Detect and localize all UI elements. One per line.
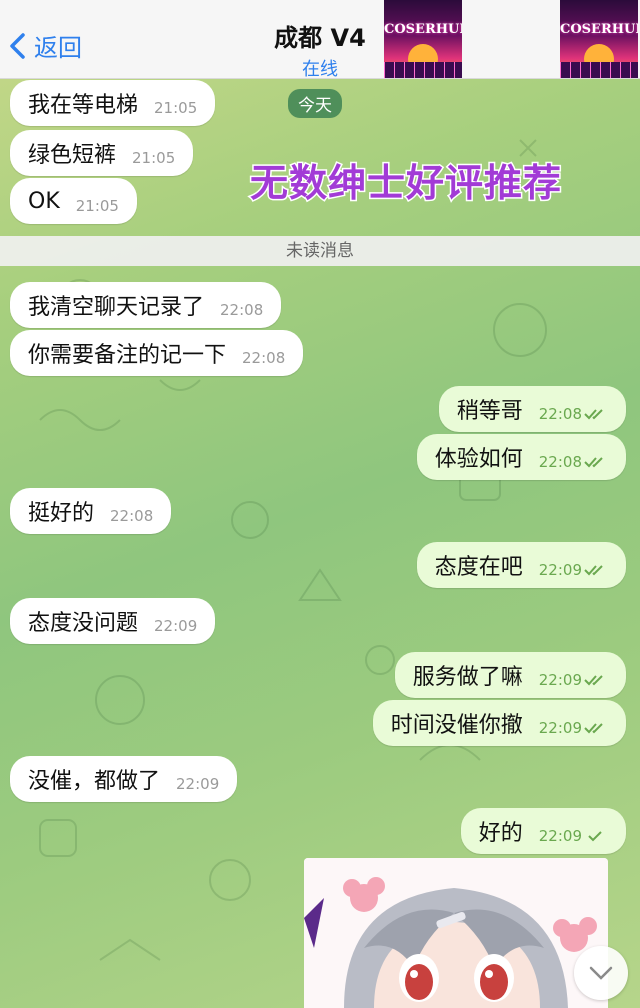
anime-girl-image — [304, 858, 608, 1008]
message-time: 21:05 — [132, 149, 176, 167]
message-bubble-outgoing[interactable]: 体验如何 22:08 — [416, 434, 626, 480]
message-time: 22:08 — [110, 507, 154, 525]
chat-title-block[interactable]: 成都 V4 在线 — [250, 18, 390, 81]
message-time: 22:09 — [539, 719, 608, 737]
chat-title: 成都 V4 — [274, 24, 366, 52]
message-bubble-outgoing[interactable]: 时间没催你撤 22:09 — [372, 700, 626, 746]
double-check-icon — [584, 675, 603, 686]
message-bubble-incoming[interactable]: 没催，都做了 22:09 — [10, 756, 238, 802]
message-text: 时间没催你撤 — [390, 713, 523, 738]
message-bubble-outgoing[interactable]: 服务做了嘛 22:09 — [394, 652, 626, 698]
message-bubble-incoming[interactable]: 我清空聊天记录了 22:08 — [10, 282, 282, 328]
message-text: 挺好的 — [28, 501, 95, 526]
back-button[interactable]: 返回 — [8, 28, 82, 63]
message-text: 服务做了嘛 — [412, 665, 523, 690]
message-text: OK — [28, 188, 60, 214]
message-bubble-incoming[interactable]: 态度没问题 22:09 — [10, 598, 216, 644]
message-time: 21:05 — [154, 99, 198, 117]
promo-overlay-text: 无数绅士好评推荐 — [248, 160, 563, 207]
message-bubble-incoming[interactable]: 我在等电梯 21:05 — [10, 80, 216, 126]
coserhub-logo: COSERHUB — [384, 0, 462, 78]
message-time: 22:09 — [176, 775, 220, 793]
chat-screen: 返回 成都 V4 在线 COSERHUB COSERHUB 今天 无数绅士好评推… — [0, 0, 640, 1008]
message-text: 态度没问题 — [28, 611, 139, 636]
message-text: 绿色短裤 — [28, 143, 117, 168]
online-status: 在线 — [302, 59, 338, 80]
message-text: 稍等哥 — [456, 399, 523, 424]
back-label: 返回 — [34, 34, 82, 62]
message-time: 22:08 — [539, 405, 608, 423]
message-time: 22:08 — [539, 453, 608, 471]
message-time: 22:08 — [242, 349, 286, 367]
message-time: 22:09 — [539, 827, 608, 845]
message-text: 态度在吧 — [434, 555, 523, 580]
message-bubble-incoming[interactable]: 你需要备注的记一下 22:08 — [10, 330, 304, 376]
message-text: 好的 — [478, 821, 523, 846]
double-check-icon — [584, 409, 603, 420]
message-bubble-incoming[interactable]: OK 21:05 — [10, 178, 137, 224]
message-bubble-outgoing[interactable]: 好的 22:09 — [460, 808, 626, 854]
scroll-down-button[interactable] — [574, 946, 628, 1000]
message-text: 没催，都做了 — [28, 769, 161, 794]
message-time: 22:09 — [539, 671, 608, 689]
message-time: 22:09 — [154, 617, 198, 635]
message-bubble-incoming[interactable]: 绿色短裤 21:05 — [10, 130, 194, 176]
double-check-icon — [584, 565, 603, 576]
message-text: 我在等电梯 — [28, 93, 139, 118]
message-bubble-outgoing[interactable]: 稍等哥 22:08 — [438, 386, 626, 432]
message-time: 22:09 — [539, 561, 608, 579]
unread-messages-divider: 未读消息 — [0, 236, 640, 266]
message-text: 你需要备注的记一下 — [28, 343, 227, 368]
message-bubble-incoming[interactable]: 挺好的 22:08 — [10, 488, 172, 534]
photo-message[interactable] — [304, 858, 608, 1008]
double-check-icon — [584, 723, 603, 734]
single-check-icon — [588, 831, 602, 842]
message-text: 我清空聊天记录了 — [28, 295, 205, 320]
message-bubble-outgoing[interactable]: 态度在吧 22:09 — [416, 542, 626, 588]
coserhub-logo: COSERHUB — [560, 0, 638, 78]
chevron-left-icon — [10, 32, 25, 59]
date-badge: 今天 — [288, 89, 342, 118]
double-check-icon — [584, 457, 603, 468]
navigation-bar: 返回 成都 V4 在线 COSERHUB COSERHUB — [0, 0, 640, 81]
chevron-down-icon — [589, 966, 613, 980]
message-time: 22:08 — [220, 301, 264, 319]
message-text: 体验如何 — [434, 447, 523, 472]
message-time: 21:05 — [75, 197, 119, 215]
